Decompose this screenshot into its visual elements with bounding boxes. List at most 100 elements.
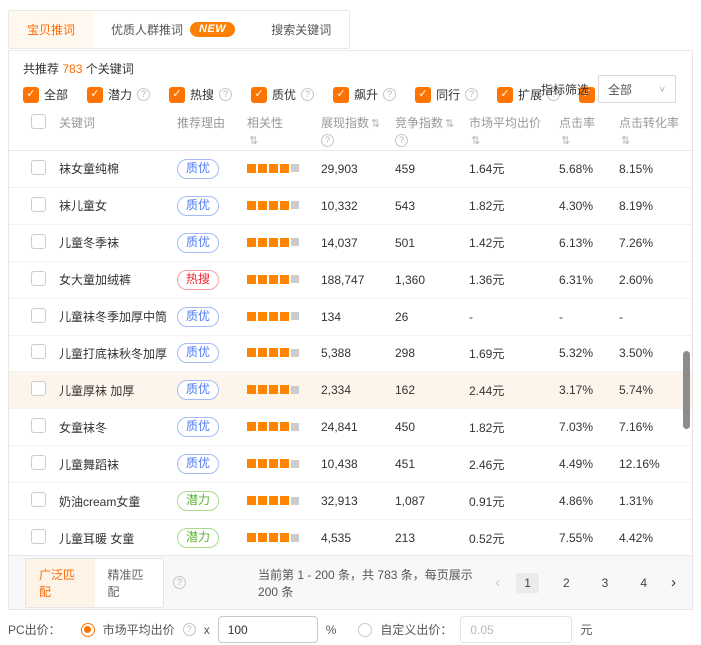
checkbox-checked-icon[interactable]: ✓ — [87, 87, 103, 103]
ctr-cell: - — [559, 310, 619, 324]
filter-item[interactable]: ✓飙升? — [333, 86, 396, 103]
reason-badge: 质优 — [177, 159, 219, 179]
scrollbar-thumb[interactable] — [683, 351, 690, 429]
info-icon[interactable]: ? — [383, 88, 396, 101]
percent-input[interactable] — [218, 616, 318, 643]
keyword-cell: 儿童耳暖 女童 — [59, 530, 177, 547]
info-icon[interactable]: ? — [465, 88, 478, 101]
keyword-cell: 女大童加绒裤 — [59, 271, 177, 288]
checkbox-unchecked-icon[interactable] — [31, 197, 46, 212]
checkbox-unchecked-icon[interactable] — [31, 271, 46, 286]
checkbox-checked-icon[interactable]: ✓ — [497, 87, 513, 103]
precise-match-button[interactable]: 精准匹配 — [95, 559, 164, 607]
checkbox-unchecked-icon[interactable] — [31, 455, 46, 470]
reason-badge: 质优 — [177, 343, 219, 363]
page-number[interactable]: 2 — [555, 573, 578, 593]
prev-page-icon[interactable]: ‹ — [495, 574, 500, 591]
checkbox-checked-icon[interactable]: ✓ — [415, 87, 431, 103]
sort-icon[interactable]: ⇅ — [249, 134, 258, 147]
impression-cell: 134 — [321, 310, 395, 324]
market-price-radio[interactable] — [81, 623, 95, 637]
custom-price-radio[interactable] — [358, 623, 372, 637]
broad-match-button[interactable]: 广泛匹配 — [26, 559, 95, 607]
filter-item[interactable]: ✓潜力? — [87, 86, 150, 103]
keyword-panel: 共推荐 783 个关键词 ✓全部✓潜力?✓热搜?✓质优?✓飙升?✓同行?✓扩展?… — [8, 50, 693, 610]
table-row: 袜女童纯棉质优29,9034591.64元5.68%8.15% — [9, 151, 692, 188]
relevance-square — [269, 459, 278, 468]
relevance-square — [291, 275, 299, 283]
custom-price-label: 自定义出价： — [380, 621, 452, 638]
checkbox-unchecked-icon[interactable] — [31, 529, 46, 544]
checkbox-checked-icon[interactable]: ✓ — [169, 87, 185, 103]
page-number[interactable]: 1 — [516, 573, 539, 593]
relevance-square — [258, 201, 267, 210]
cvr-cell: 4.42% — [619, 531, 695, 545]
summary-prefix: 共推荐 — [23, 62, 59, 76]
filter-item[interactable]: ✓全部 — [23, 86, 68, 103]
checkbox-unchecked-icon[interactable] — [31, 381, 46, 396]
page-number[interactable]: 3 — [594, 573, 617, 593]
competition-cell: 451 — [395, 457, 469, 471]
competition-cell: 501 — [395, 236, 469, 250]
info-icon[interactable]: ? — [219, 88, 232, 101]
sort-icon[interactable]: ⇅ — [471, 134, 480, 147]
column-label-text: 点击转化率 — [619, 116, 679, 130]
filter-item[interactable]: ✓同行? — [415, 86, 478, 103]
sort-icon[interactable]: ⇅ — [371, 118, 380, 130]
reason-cell: 质优 — [177, 454, 247, 474]
relevance-square — [291, 164, 299, 172]
checkbox-checked-icon[interactable]: ✓ — [23, 87, 39, 103]
cvr-cell: 8.15% — [619, 162, 695, 176]
tab-audience-recommend[interactable]: 优质人群推词 NEW — [93, 11, 253, 48]
market-price-info-icon[interactable]: ? — [183, 623, 196, 636]
page-number[interactable]: 4 — [632, 573, 655, 593]
impression-cell: 5,388 — [321, 346, 395, 360]
keyword-recommend-page: 宝贝推词 优质人群推词 NEW 搜索关键词 共推荐 783 个关键词 ✓全部✓潜… — [0, 0, 701, 645]
info-icon[interactable]: ? — [137, 88, 150, 101]
relevance-cell — [247, 162, 321, 176]
match-info-icon[interactable]: ? — [173, 576, 186, 589]
checkbox-unchecked-icon[interactable] — [31, 234, 46, 249]
info-icon[interactable]: ? — [395, 134, 408, 147]
table-row: 儿童耳暖 女童潜力4,5352130.52元7.55%4.42% — [9, 520, 692, 557]
checkbox-unchecked-icon[interactable] — [31, 308, 46, 323]
checkbox-checked-icon[interactable]: ✓ — [333, 87, 349, 103]
relevance-square — [269, 201, 278, 210]
relevance-cell — [247, 236, 321, 250]
checkbox-unchecked-icon[interactable] — [31, 418, 46, 433]
checkbox-unchecked-icon[interactable] — [31, 114, 46, 129]
reason-badge: 质优 — [177, 454, 219, 474]
column-label: 关键词 — [59, 114, 177, 131]
relevance-square — [247, 348, 256, 357]
metric-filter-select[interactable]: 全部 ∨ — [598, 75, 676, 103]
summary-suffix: 个关键词 — [86, 62, 134, 76]
competition-cell: 543 — [395, 199, 469, 213]
info-icon[interactable]: ? — [301, 88, 314, 101]
sort-icon[interactable]: ⇅ — [561, 134, 570, 147]
reason-badge: 潜力 — [177, 528, 219, 548]
sort-icon[interactable]: ⇅ — [621, 134, 630, 147]
checkbox-unchecked-icon[interactable] — [31, 344, 46, 359]
column-label: 点击转化率 — [619, 114, 695, 131]
checkbox-unchecked-icon[interactable] — [31, 160, 46, 175]
info-icon[interactable]: ? — [321, 134, 334, 147]
cvr-cell: 7.26% — [619, 236, 695, 250]
filter-label: 热搜 — [190, 86, 214, 103]
relevance-square — [258, 164, 267, 173]
avg-price-cell: 1.69元 — [469, 345, 559, 362]
filter-item[interactable]: ✓质优? — [251, 86, 314, 103]
checkbox-unchecked-icon[interactable] — [31, 492, 46, 507]
next-page-icon[interactable]: › — [671, 574, 676, 591]
ctr-cell: 4.49% — [559, 457, 619, 471]
sort-icon[interactable]: ⇅ — [445, 118, 454, 130]
tab-item-recommend[interactable]: 宝贝推词 — [9, 11, 93, 48]
column-label: 推荐理由 — [177, 114, 247, 131]
checkbox-checked-icon[interactable]: ✓ — [251, 87, 267, 103]
tab-search-keywords[interactable]: 搜索关键词 — [253, 11, 349, 48]
custom-price-input[interactable] — [460, 616, 572, 643]
table-row: 儿童打底袜秋冬加厚质优5,3882981.69元5.32%3.50% — [9, 336, 692, 373]
relevance-square — [280, 422, 289, 431]
ctr-cell: 3.17% — [559, 383, 619, 397]
impression-cell: 2,334 — [321, 383, 395, 397]
filter-item[interactable]: ✓ 热搜? — [169, 86, 232, 103]
